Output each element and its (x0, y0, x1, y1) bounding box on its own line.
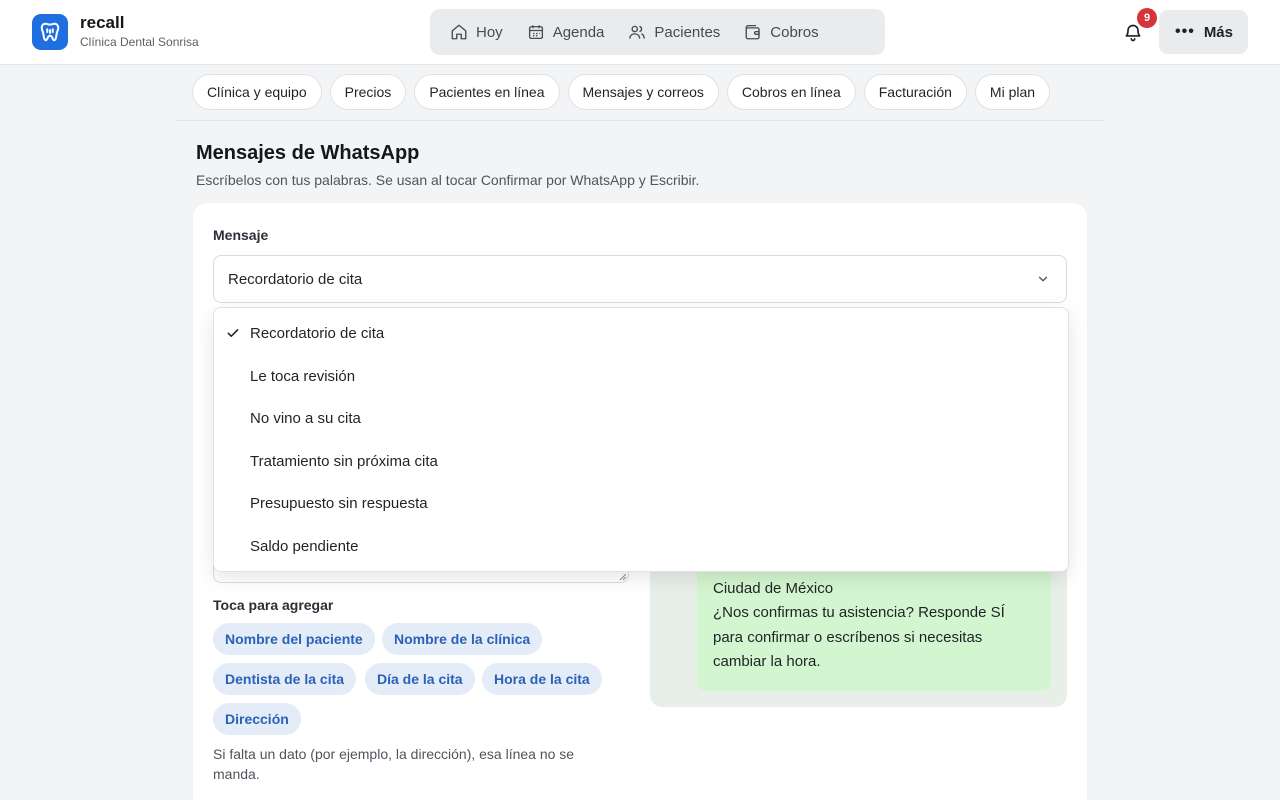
settings-tabs: Clínica y equipo Precios Pacientes en lí… (192, 74, 1051, 110)
preview-line: cambiar la hora. (713, 653, 821, 670)
message-dropdown: Recordatorio de cita Le toca revisión No… (213, 307, 1069, 572)
resize-handle-icon[interactable] (617, 571, 627, 581)
option-label: No vino a su cita (250, 409, 361, 427)
preview-line: para confirmar o escríbenos si necesitas (713, 628, 983, 646)
brand: recall Clínica Dental Sonrisa (80, 13, 199, 50)
option-label: Saldo pendiente (250, 537, 359, 555)
nav-item-hoy[interactable]: Hoy (438, 15, 515, 49)
page-subtitle: Escríbelos con tus palabras. Se usan al … (196, 172, 700, 188)
option-label: Tratamiento sin próxima cita (250, 452, 438, 470)
calendar-icon (528, 25, 543, 40)
chip-appointment-time[interactable]: Hora de la cita (482, 663, 602, 695)
more-label: Más (1203, 23, 1233, 41)
placeholders-label: Toca para agregar (213, 597, 334, 613)
page-title: Mensajes de WhatsApp (196, 142, 420, 164)
chip-address[interactable]: Dirección (213, 703, 301, 735)
nav-item-label: Hoy (476, 23, 503, 41)
tab-clinica[interactable]: Clínica y equipo (192, 74, 322, 110)
divider (176, 120, 1104, 121)
chip-appointment-day[interactable]: Día de la cita (365, 663, 475, 695)
option-label: Le toca revisión (250, 367, 356, 385)
chip-dentist[interactable]: Dentista de la cita (213, 663, 357, 695)
app-name: recall (80, 13, 125, 32)
tab-pacientes-en-linea[interactable]: Pacientes en línea (414, 74, 560, 110)
nav-item-label: Cobros (770, 23, 819, 41)
option-label: Recordatorio de cita (250, 324, 385, 342)
tab-mi-plan[interactable]: Mi plan (974, 74, 1051, 110)
top-bar: recall Clínica Dental Sonrisa Hoy Agenda… (0, 0, 1280, 65)
clinic-name: Clínica Dental Sonrisa (80, 35, 199, 49)
message-label: Mensaje (213, 227, 269, 243)
chevron-down-icon (1038, 276, 1048, 282)
nav-item-cobros[interactable]: Cobros (732, 15, 830, 49)
help-note: Si falta un dato (por ejemplo, la direcc… (213, 746, 575, 782)
tooth-icon[interactable] (32, 14, 68, 50)
wallet-icon (745, 24, 760, 40)
preview-line: Ciudad de México (713, 579, 834, 597)
option-revision[interactable]: Le toca revisión (214, 356, 1068, 396)
tab-mensajes-y-correos[interactable]: Mensajes y correos (567, 74, 719, 110)
nav-item-pacientes[interactable]: Pacientes (616, 15, 732, 49)
chip-patient-name[interactable]: Nombre del paciente (213, 623, 375, 655)
users-icon (629, 25, 646, 39)
option-saldo[interactable]: Saldo pendiente (214, 526, 1068, 566)
nav-item-label: Agenda (552, 23, 605, 41)
chip-clinic-name[interactable]: Nombre de la clínica (382, 623, 543, 655)
message-select-value: Recordatorio de cita (228, 270, 363, 288)
check-icon (227, 329, 239, 337)
nav-item-agenda[interactable]: Agenda (515, 15, 617, 49)
tab-facturacion[interactable]: Facturación (863, 74, 967, 110)
tab-precios[interactable]: Precios (329, 74, 407, 110)
preview-line: ¿Nos confirmas tu asistencia? Responde S… (713, 604, 1005, 621)
more-dots-icon: ••• (1175, 23, 1195, 40)
notification-badge: 9 (1137, 8, 1157, 28)
main-nav: Hoy Agenda Pacientes Cobros (430, 9, 885, 55)
more-button[interactable]: ••• Más (1159, 10, 1248, 54)
message-select[interactable]: Recordatorio de cita (213, 255, 1067, 303)
option-tratamiento[interactable]: Tratamiento sin próxima cita (214, 441, 1068, 481)
option-recordatorio[interactable]: Recordatorio de cita (214, 313, 1068, 353)
option-label: Presupuesto sin respuesta (250, 494, 428, 512)
option-no-vino[interactable]: No vino a su cita (214, 398, 1068, 438)
tab-cobros-en-linea[interactable]: Cobros en línea (726, 74, 856, 110)
home-icon (451, 24, 467, 40)
nav-item-label: Pacientes (654, 23, 721, 41)
option-presupuesto[interactable]: Presupuesto sin respuesta (214, 483, 1068, 523)
